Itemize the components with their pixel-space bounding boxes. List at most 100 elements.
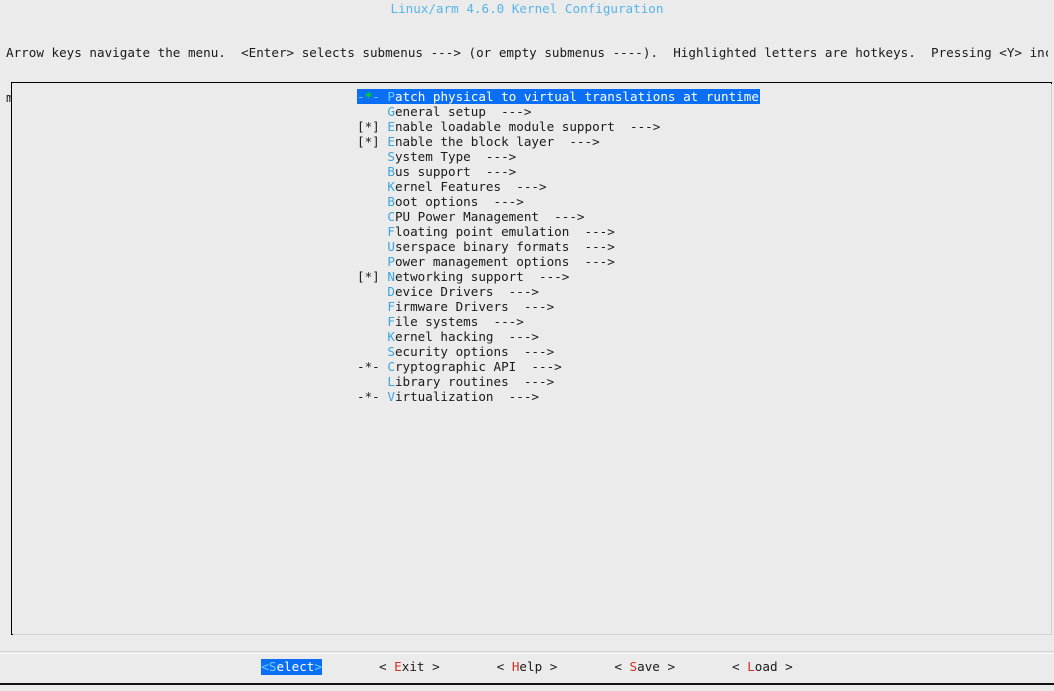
menu-item-label: ernel hacking	[394, 329, 494, 344]
button-hotkey: E	[394, 659, 402, 674]
menu-item[interactable]: Device Drivers --->	[357, 284, 760, 299]
action-button-bar[interactable]: <Select> < Exit > < Help > < Save > < Load >	[0, 659, 1054, 675]
menu-item-hotkey: N	[387, 269, 395, 284]
button-bracket-close: >	[659, 659, 676, 674]
button-label: oad	[754, 659, 778, 674]
kernel-config-menu-list[interactable]: -*- Patch physical to virtual translatio…	[357, 89, 760, 404]
menu-item-hotkey: U	[387, 239, 395, 254]
menu-item-label: loating point emulation	[394, 224, 570, 239]
button-elect[interactable]: <Select>	[261, 659, 322, 675]
menu-item-label: ile systems	[394, 314, 479, 329]
button-label: elect	[276, 659, 315, 674]
menu-item[interactable]: CPU Power Management --->	[357, 209, 760, 224]
submenu-arrow-icon: --->	[614, 119, 661, 134]
button-label: elp	[519, 659, 543, 674]
submenu-arrow-icon: --->	[539, 209, 585, 224]
menu-item[interactable]: General setup --->	[357, 104, 760, 119]
menu-item-label: irmware Drivers	[394, 299, 509, 314]
menu-item-hotkey: K	[387, 329, 395, 344]
menu-item-state-prefix: [*]	[357, 134, 380, 149]
menu-item[interactable]: System Type --->	[357, 149, 760, 164]
menu-item-state-prefix	[357, 104, 380, 119]
menu-item[interactable]: Security options --->	[357, 344, 760, 359]
menu-item[interactable]: Userspace binary formats --->	[357, 239, 760, 254]
menu-item-state-prefix	[357, 149, 380, 164]
menu-item-hotkey: B	[387, 164, 395, 179]
menu-item-hotkey: F	[387, 314, 395, 329]
submenu-arrow-icon: --->	[493, 284, 540, 299]
button-bracket-close: >	[314, 659, 322, 674]
button-ave[interactable]: < Save >	[614, 659, 675, 675]
button-bracket-open: <	[496, 659, 512, 674]
submenu-arrow-icon: --->	[508, 344, 555, 359]
menu-item-state-prefix	[357, 224, 380, 239]
menu-item[interactable]: Kernel Features --->	[357, 179, 760, 194]
menu-item-label: nable the block layer	[394, 134, 555, 149]
menu-item-state-prefix	[357, 164, 380, 179]
submenu-arrow-icon: --->	[523, 269, 570, 284]
builtin-star-icon: *	[364, 89, 373, 104]
menu-item-hotkey: L	[387, 374, 395, 389]
menu-item[interactable]: Power management options --->	[357, 254, 760, 269]
menu-item-hotkey: E	[387, 119, 395, 134]
menu-item-label: oot options	[394, 194, 479, 209]
submenu-arrow-icon: --->	[493, 389, 540, 404]
menu-item-hotkey: B	[387, 194, 395, 209]
menu-item-label: irtualization	[394, 389, 494, 404]
submenu-arrow-icon: --->	[478, 194, 524, 209]
menu-item[interactable]: Library routines --->	[357, 374, 760, 389]
menu-item[interactable]: Floating point emulation --->	[357, 224, 760, 239]
submenu-arrow-icon: --->	[470, 149, 517, 164]
menu-item-label: ibrary routines	[394, 374, 509, 389]
menu-item-state-prefix	[357, 284, 380, 299]
menu-item[interactable]: [*] Networking support --->	[357, 269, 760, 284]
window-title: Linux/arm 4.6.0 Kernel Configuration	[390, 1, 664, 16]
menu-item[interactable]: [*] Enable the block layer --->	[357, 134, 760, 149]
menu-item[interactable]: Bus support --->	[357, 164, 760, 179]
button-bracket-open: <	[614, 659, 630, 674]
menu-item-hotkey: D	[387, 284, 395, 299]
menu-item[interactable]: -*- Patch physical to virtual translatio…	[357, 89, 760, 104]
menu-item-state-prefix: [*]	[357, 119, 380, 134]
menu-item[interactable]: -*- Virtualization --->	[357, 389, 760, 404]
menu-item-state-prefix	[357, 329, 380, 344]
menu-item-label: ernel Features	[394, 179, 502, 194]
button-elp[interactable]: < Help >	[497, 659, 558, 675]
menu-item-hotkey: F	[387, 299, 395, 314]
menu-item-hotkey: P	[387, 254, 395, 269]
button-hotkey: S	[629, 659, 638, 674]
menu-item[interactable]: -*- Cryptographic API --->	[357, 359, 760, 374]
button-bracket-close: >	[777, 659, 793, 674]
menu-item-label: serspace binary formats	[394, 239, 570, 254]
menu-item-hotkey: S	[387, 344, 395, 359]
menu-item-state-prefix	[357, 179, 380, 194]
menu-item[interactable]: File systems --->	[357, 314, 760, 329]
button-bracket-open: <	[732, 659, 748, 674]
menu-item-state-prefix	[357, 299, 380, 314]
menu-item-hotkey: E	[387, 134, 395, 149]
menu-item[interactable]: Boot options --->	[357, 194, 760, 209]
menu-item-hotkey: C	[387, 209, 395, 224]
menu-item-hotkey: C	[387, 359, 395, 374]
menu-item-state-prefix: -*-	[357, 389, 380, 404]
menu-item-state-prefix	[357, 194, 380, 209]
menu-item[interactable]: Kernel hacking --->	[357, 329, 760, 344]
submenu-arrow-icon: --->	[470, 164, 517, 179]
menu-item-state-prefix	[357, 344, 380, 359]
button-xit[interactable]: < Exit >	[379, 659, 440, 675]
button-bracket-close: >	[542, 659, 558, 674]
menu-item-hotkey: V	[387, 389, 395, 404]
button-hotkey: L	[747, 659, 755, 674]
menu-item[interactable]: [*] Enable loadable module support --->	[357, 119, 760, 134]
menu-item[interactable]: Firmware Drivers --->	[357, 299, 760, 314]
button-label: xit	[401, 659, 425, 674]
menu-frame: -*- Patch physical to virtual translatio…	[11, 82, 1052, 635]
menu-item-label: etworking support	[394, 269, 524, 284]
menu-item-state-prefix	[357, 239, 380, 254]
menu-item-state-prefix	[357, 374, 380, 389]
menu-item-state-prefix: [*]	[357, 269, 380, 284]
submenu-arrow-icon: --->	[508, 374, 555, 389]
help-legend-line-1: Arrow keys navigate the menu. <Enter> se…	[6, 45, 1048, 60]
menu-item-state-prefix	[357, 209, 380, 224]
button-oad[interactable]: < Load >	[732, 659, 793, 675]
